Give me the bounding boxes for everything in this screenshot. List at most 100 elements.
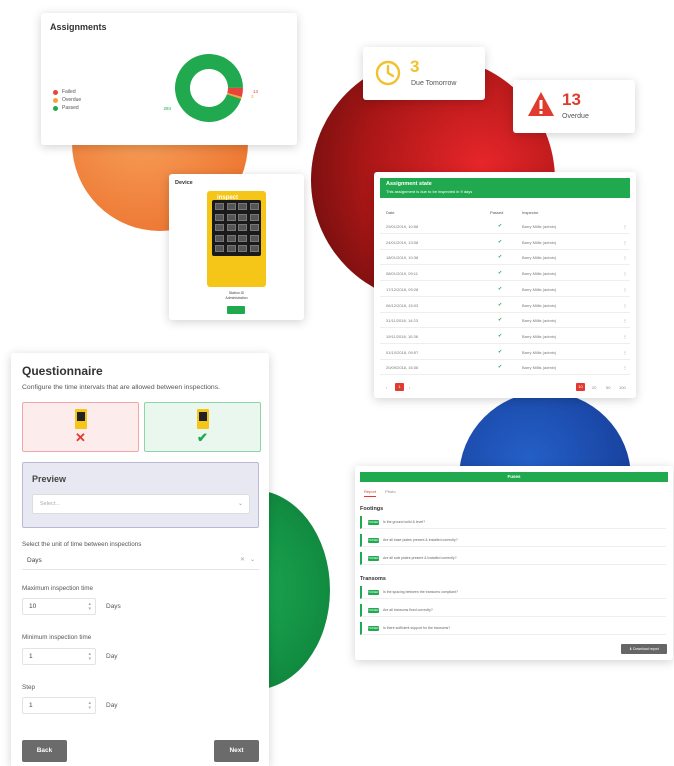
device-action-button[interactable]: [227, 306, 245, 314]
due-tomorrow-label: Due Tomorrow: [411, 80, 457, 87]
row-date: 29/01/2019, 10:58: [386, 224, 419, 229]
more-options-icon[interactable]: ⋮: [623, 287, 627, 292]
checkmark-icon: ✔: [498, 270, 503, 277]
report-card: Fuses Report Photo Footings PASSED Is the …: [355, 466, 673, 660]
device-screen: [212, 200, 261, 256]
questionnaire-subtitle: Configure the time intervals that are al…: [22, 384, 220, 391]
more-options-icon[interactable]: ⋮: [623, 240, 627, 245]
unit-label: Select the unit of time between inspecti…: [22, 541, 142, 548]
table-row[interactable]: 31/11/2018, 14:23 ✔ Barry Millis (admin) ⋮: [380, 313, 630, 329]
table-row[interactable]: 19/11/2018, 10:36 ✔ Barry Millis (admin) ⋮: [380, 329, 630, 344]
device-screen-cell: [238, 234, 247, 242]
report-item[interactable]: PASSED Is the spacing between the transom…: [360, 586, 666, 599]
tab-photo[interactable]: Photo: [385, 489, 395, 494]
table-row[interactable]: 18/01/2019, 10:38 ✔ Barry Millis (admin) ⋮: [380, 250, 630, 266]
checkmark-icon: ✔: [498, 317, 503, 324]
assignments-donut-chart: 284 133: [163, 54, 259, 123]
device-thumbnail: [75, 409, 87, 429]
page-size-option[interactable]: 50: [606, 385, 610, 390]
max-time-unit: Days: [106, 603, 121, 610]
more-options-icon[interactable]: ⋮: [623, 303, 627, 308]
report-item[interactable]: PASSED Are all sole plates present & inst…: [360, 552, 666, 565]
overdue-card[interactable]: 13 Overdue: [513, 80, 635, 133]
warning-icon: [528, 92, 554, 116]
assignment-state-card: Assignment state This assignment is due …: [374, 172, 636, 398]
fail-option[interactable]: ✕: [22, 402, 139, 452]
assignments-title: Assignments: [50, 22, 107, 32]
stepper-arrows-icon[interactable]: ▴ ▾: [88, 652, 91, 662]
questionnaire-title: Questionnaire: [22, 364, 103, 378]
unit-select[interactable]: Days ✕ ⌄: [22, 552, 259, 570]
due-tomorrow-count: 3: [410, 57, 420, 76]
page-size-option[interactable]: 100: [619, 385, 626, 390]
device-screen-cell: [226, 245, 236, 252]
step-label: Step: [22, 684, 35, 691]
report-item[interactable]: PASSED Is the ground solid & level?: [360, 516, 666, 529]
stepper-arrows-icon[interactable]: ▴ ▾: [88, 602, 91, 612]
passed-badge: PASSED: [368, 538, 379, 543]
assignment-state-subtitle: This assignment is due to be inspected i…: [386, 189, 473, 194]
download-report-label: Download report: [633, 647, 659, 651]
data-label-failed: 13: [253, 89, 259, 94]
due-tomorrow-card[interactable]: 3 Due Tomorrow: [363, 47, 485, 100]
more-options-icon[interactable]: ⋮: [623, 334, 627, 339]
device-screen-cell: [249, 234, 259, 242]
row-date: 17/12/2018, 09:28: [386, 286, 419, 292]
device-screen-cell: [215, 213, 224, 221]
min-time-stepper[interactable]: 1 ▴ ▾: [22, 648, 96, 665]
row-inspector: Barry Millis (admin): [522, 286, 557, 292]
row-inspector: Barry Millis (admin): [522, 349, 557, 355]
tab-report[interactable]: Report: [364, 489, 377, 497]
table-row[interactable]: 17/12/2018, 09:28 ✔ Barry Millis (admin) ⋮: [380, 282, 630, 297]
device-screen-cell: [238, 224, 247, 231]
pager-current-page[interactable]: 1: [395, 383, 404, 391]
device-screen-cell: [238, 203, 247, 210]
table-row[interactable]: 06/12/2018, 15:03 ✔ Barry Millis (admin) ⋮: [380, 298, 630, 313]
clear-icon[interactable]: ✕: [240, 556, 245, 563]
device-thumbnail: [197, 409, 209, 429]
report-tabs: Report Photo: [364, 489, 396, 497]
preview-select[interactable]: Select... ⌄: [32, 494, 250, 514]
table-row[interactable]: 29/01/2019, 10:58 ✔ Barry Millis (admin) ⋮: [380, 219, 630, 234]
assignment-state-title: Assignment state: [386, 181, 432, 187]
min-time-label: Minimum inspection time: [22, 634, 92, 641]
more-options-icon[interactable]: ⋮: [623, 271, 627, 276]
table-row[interactable]: 24/01/2019, 13:08 ✔ Barry Millis (admin) ⋮: [380, 235, 630, 250]
data-label-overdue: 3: [251, 94, 254, 99]
passed-badge: PASSED: [368, 590, 379, 595]
table-row[interactable]: 08/01/2019, 09:11 ✔ Barry Millis (admin) ⋮: [380, 266, 630, 282]
more-options-icon[interactable]: ⋮: [623, 365, 627, 370]
page-size-option[interactable]: 10: [576, 383, 585, 391]
pager-prev[interactable]: ‹: [386, 385, 387, 390]
report-item[interactable]: PASSED Are all base plates present & inst…: [360, 534, 666, 547]
row-inspector: Barry Millis (admin): [522, 365, 557, 371]
more-options-icon[interactable]: ⋮: [623, 255, 627, 260]
more-options-icon[interactable]: ⋮: [623, 318, 627, 323]
device-title: Device: [175, 180, 193, 186]
device-caption-line: Administration: [225, 296, 248, 300]
table-row[interactable]: 01/10/2018, 09:57 ✔ Barry Millis (admin) ⋮: [380, 345, 630, 360]
step-stepper[interactable]: 1 ▴ ▾: [22, 697, 96, 714]
more-options-icon[interactable]: ⋮: [623, 224, 627, 229]
back-button[interactable]: Back: [22, 740, 67, 762]
legend-label: Passed: [62, 105, 79, 111]
checkmark-icon: ✔: [498, 301, 503, 308]
download-report-button[interactable]: ⬇ Download report: [621, 644, 667, 654]
row-date: 18/01/2019, 10:38: [386, 255, 419, 261]
more-options-icon[interactable]: ⋮: [623, 350, 627, 355]
row-inspector: Barry Millis (admin): [522, 271, 557, 277]
table-row[interactable]: 20/09/2018, 16:36 ✔ Barry Millis (admin) ⋮: [380, 360, 630, 376]
page-size-option[interactable]: 20: [592, 385, 596, 390]
report-item[interactable]: PASSED Is there sufficient support for th…: [360, 622, 666, 635]
pass-option[interactable]: ✔: [144, 402, 261, 452]
next-button[interactable]: Next: [214, 740, 259, 762]
passed-badge: PASSED: [368, 626, 379, 631]
row-inspector: Barry Millis (admin): [522, 333, 557, 339]
stepper-arrows-icon[interactable]: ▴ ▾: [88, 701, 91, 711]
row-inspector: Barry Millis (admin): [522, 239, 557, 245]
max-time-stepper[interactable]: 10 ▴ ▾: [22, 598, 96, 615]
report-item[interactable]: PASSED Are all transoms fixed correctly?: [360, 604, 666, 617]
pager-next[interactable]: ›: [409, 385, 410, 390]
device-screen-cell: [215, 234, 224, 242]
report-question: Is the ground solid & level?: [383, 520, 426, 524]
